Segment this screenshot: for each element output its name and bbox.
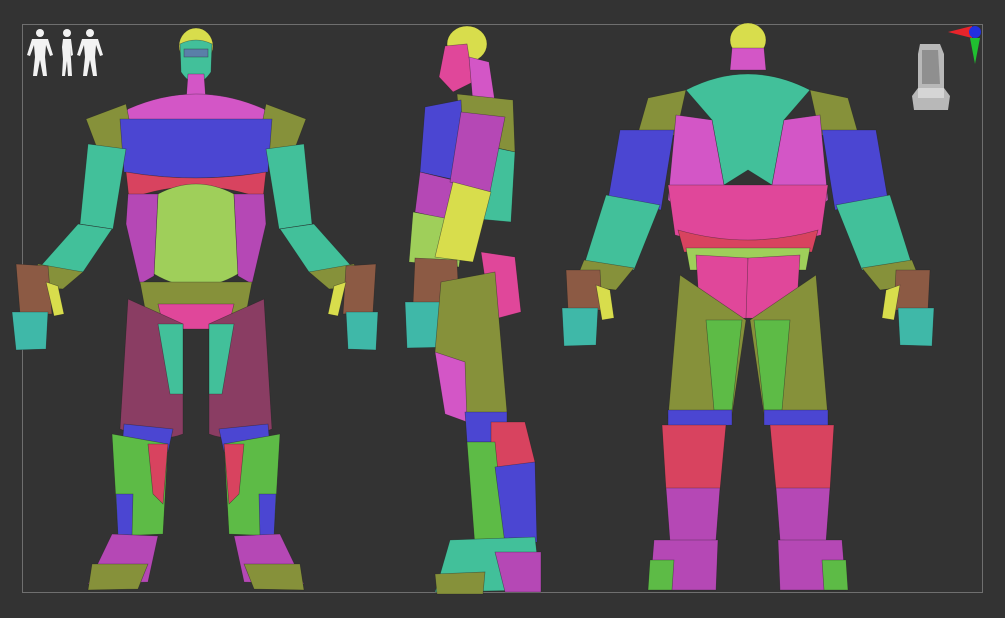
xyz-axis-gizmo-icon[interactable] (940, 22, 986, 68)
figure-front-icon[interactable] (8, 24, 383, 592)
figure-side-icon[interactable] (395, 22, 555, 597)
zbrush-viewport[interactable] (0, 0, 1005, 618)
figure-back-icon[interactable] (556, 20, 940, 595)
